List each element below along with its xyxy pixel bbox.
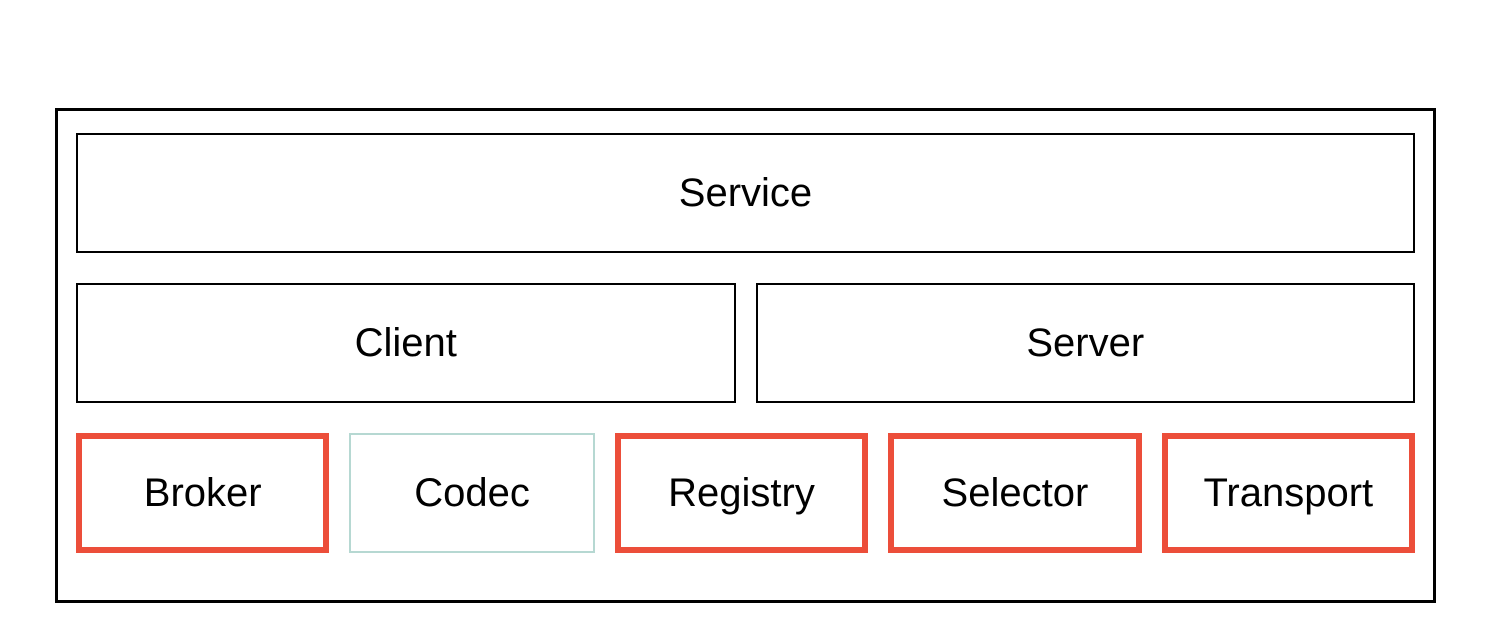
diagram-container: Service Client Server Broker Codec Regis… [55, 108, 1436, 603]
client-box: Client [76, 283, 736, 403]
row-bottom: Broker Codec Registry Selector Transport [76, 433, 1415, 553]
registry-box: Registry [615, 433, 868, 553]
registry-label: Registry [668, 471, 815, 516]
transport-box: Transport [1162, 433, 1415, 553]
server-box: Server [756, 283, 1416, 403]
service-box: Service [76, 133, 1415, 253]
codec-label: Codec [414, 471, 530, 516]
service-label: Service [679, 171, 812, 216]
broker-box: Broker [76, 433, 329, 553]
selector-label: Selector [942, 471, 1089, 516]
selector-box: Selector [888, 433, 1141, 553]
client-label: Client [355, 321, 457, 366]
broker-label: Broker [144, 471, 262, 516]
row-middle: Client Server [76, 283, 1415, 403]
row-top: Service [76, 133, 1415, 253]
codec-box: Codec [349, 433, 594, 553]
server-label: Server [1026, 321, 1144, 366]
transport-label: Transport [1203, 471, 1373, 516]
